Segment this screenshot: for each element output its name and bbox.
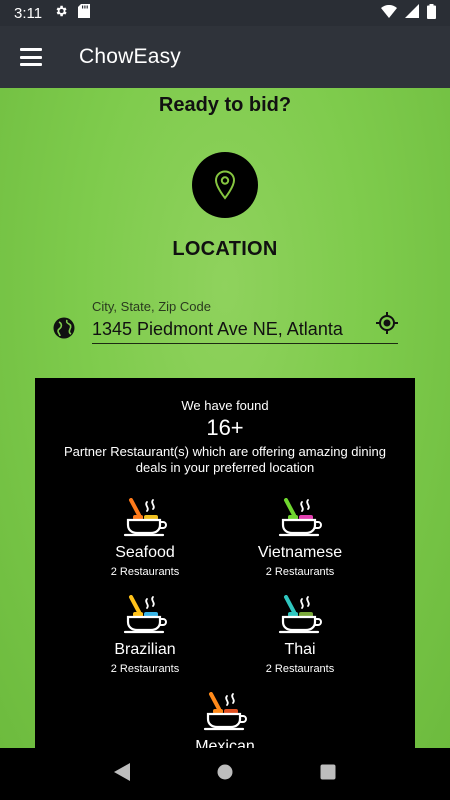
location-label: LOCATION bbox=[172, 238, 278, 260]
cuisine-item-mexican[interactable]: Mexican bbox=[155, 692, 295, 748]
location-pin-icon bbox=[192, 152, 258, 218]
food-cup-icon bbox=[75, 498, 215, 543]
food-cup-icon bbox=[75, 595, 215, 640]
cuisine-count: 2 Restaurants bbox=[265, 663, 335, 675]
cuisine-name: Seafood bbox=[115, 544, 175, 561]
cuisine-name: Thai bbox=[284, 641, 316, 658]
cuisine-item-brazilian[interactable]: Brazilian 2 Restaurants bbox=[75, 595, 215, 675]
system-nav-bar bbox=[0, 748, 450, 800]
hamburger-menu-icon[interactable] bbox=[20, 48, 42, 66]
food-cup-icon bbox=[230, 498, 370, 543]
page-headline: Ready to bid? bbox=[158, 94, 292, 116]
battery-icon bbox=[427, 3, 436, 23]
signal-icon bbox=[405, 4, 419, 22]
cuisine-name: Vietnamese bbox=[257, 544, 343, 561]
home-icon[interactable] bbox=[217, 764, 233, 785]
current-location-icon[interactable] bbox=[376, 312, 398, 339]
address-input[interactable] bbox=[92, 316, 398, 344]
restaurant-count: 16+ bbox=[206, 415, 244, 440]
food-cup-icon bbox=[230, 595, 370, 640]
recents-icon[interactable] bbox=[320, 764, 336, 785]
cuisine-item-seafood[interactable]: Seafood 2 Restaurants bbox=[75, 498, 215, 578]
cuisine-name: Brazilian bbox=[114, 641, 176, 658]
sd-card-icon bbox=[78, 4, 91, 22]
app-bar: ChowEasy bbox=[0, 26, 450, 88]
cuisine-name: Mexican bbox=[195, 738, 255, 748]
food-cup-icon bbox=[155, 692, 295, 737]
globe-icon bbox=[52, 316, 76, 345]
status-bar: 3:11 bbox=[0, 0, 450, 26]
cuisine-count: 2 Restaurants bbox=[110, 663, 180, 675]
app-title: ChowEasy bbox=[79, 45, 181, 68]
main-content: Ready to bid? LOCATION City, State, Zip … bbox=[0, 88, 450, 748]
settings-icon bbox=[54, 4, 68, 22]
cuisine-item-vietnamese[interactable]: Vietnamese 2 Restaurants bbox=[230, 498, 370, 578]
results-description: Partner Restaurant(s) which are offering… bbox=[63, 444, 387, 475]
results-panel: We have found 16+ Partner Restaurant(s) … bbox=[35, 378, 415, 748]
address-field-label: City, State, Zip Code bbox=[92, 299, 211, 314]
cuisine-count: 2 Restaurants bbox=[110, 566, 180, 578]
back-icon[interactable] bbox=[113, 762, 130, 786]
found-text: We have found bbox=[181, 398, 269, 413]
status-time: 3:11 bbox=[14, 4, 43, 22]
wifi-icon bbox=[381, 4, 397, 22]
cuisine-count: 2 Restaurants bbox=[265, 566, 335, 578]
cuisine-item-thai[interactable]: Thai 2 Restaurants bbox=[230, 595, 370, 675]
